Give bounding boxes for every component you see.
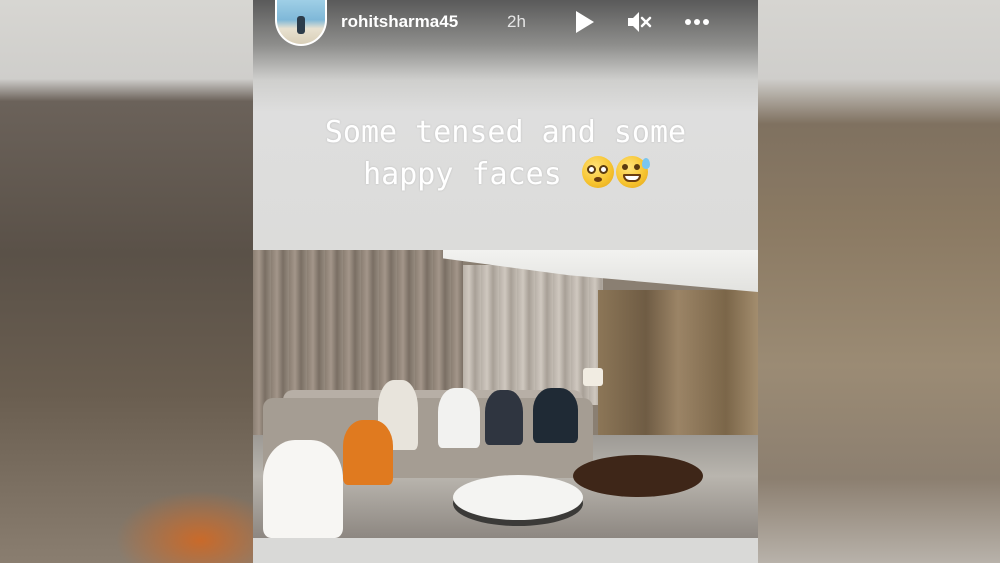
- story-card[interactable]: rohitsharma45 2h Some tensed and some ha…: [253, 0, 758, 563]
- coffee-table: [573, 455, 703, 497]
- avatar[interactable]: [275, 0, 327, 46]
- grinning-sweat-face-emoji: [615, 156, 650, 188]
- person: [533, 388, 578, 443]
- story-caption: Some tensed and some happy faces: [253, 112, 758, 196]
- more-options-button[interactable]: [683, 8, 711, 36]
- story-timestamp: 2h: [507, 12, 526, 31]
- person: [263, 440, 343, 538]
- round-table: [453, 475, 583, 520]
- blurred-background-left: [0, 0, 253, 563]
- caption-line-2: happy faces: [253, 154, 758, 196]
- curtain-right: [463, 265, 603, 405]
- flushed-face-emoji: [581, 156, 614, 188]
- username[interactable]: rohitsharma45: [341, 12, 458, 32]
- mute-button[interactable]: [625, 8, 653, 36]
- caption-line-1: Some tensed and some: [324, 115, 687, 150]
- blurred-background-right: [758, 0, 1000, 563]
- person: [485, 390, 523, 445]
- play-icon: [576, 11, 594, 33]
- person: [343, 420, 393, 485]
- story-photo: [253, 250, 758, 538]
- muted-speaker-icon: [628, 12, 652, 32]
- person: [438, 388, 480, 448]
- play-button[interactable]: [571, 8, 599, 36]
- wood-wall: [598, 290, 758, 450]
- caption-line-2-text: happy faces: [363, 157, 562, 192]
- lamp: [583, 368, 603, 386]
- story-header: rohitsharma45 2h: [253, 0, 758, 46]
- story-bottom-area: [253, 538, 758, 563]
- more-icon: [685, 19, 709, 25]
